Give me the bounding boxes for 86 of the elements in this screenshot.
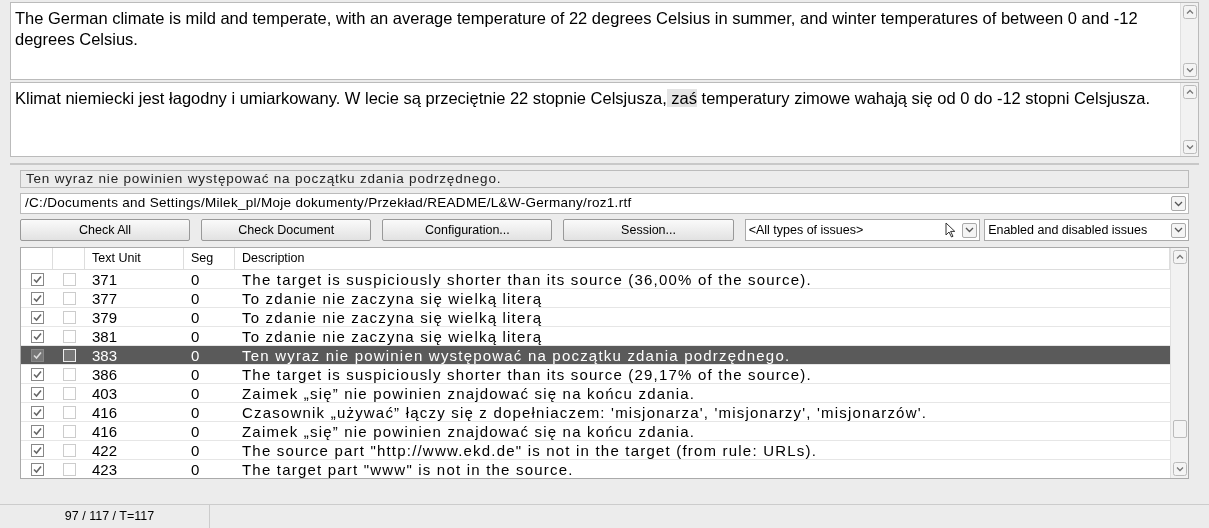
message-bar: Ten wyraz nie powinien występować na początku zdania podrzędnego. — [20, 170, 1189, 188]
text-unit-cell-text: 379 — [91, 309, 119, 325]
checkbox[interactable] — [62, 310, 76, 324]
seg-cell-text: 0 — [190, 404, 201, 420]
scroll-up-icon[interactable] — [1182, 5, 1197, 19]
issue-row[interactable]: 416 0 Czasownik „używać” łączy się z dopełniaczem: 'misjonarza', 'misjonarzy', 'misjonarzów'. — [21, 403, 1170, 422]
checkbox[interactable] — [62, 405, 76, 419]
text-unit-cell-text: 371 — [91, 271, 119, 287]
checkbox[interactable] — [30, 424, 44, 438]
scrollbar[interactable] — [1180, 83, 1198, 156]
seg-cell-text: 0 — [190, 461, 201, 477]
column-header[interactable]: Seg — [184, 248, 235, 269]
column-header[interactable]: Text Unit — [85, 248, 184, 269]
description-cell-text: To zdanie nie zaczyna się wielką literą — [241, 328, 544, 344]
issue-row[interactable]: 403 0 Zaimek „się” nie powinien znajdować się na końcu zdania. — [21, 384, 1170, 403]
description-cell-text: To zdanie nie zaczyna się wielką literą — [241, 309, 544, 325]
text-unit-cell-text: 383 — [91, 347, 119, 363]
description-cell-text: Zaimek „się” nie powinien znajdować się na końcu zdania. — [241, 423, 697, 439]
checkbox[interactable] — [30, 462, 44, 476]
checkbox[interactable] — [30, 310, 44, 324]
checkbox[interactable] — [62, 462, 76, 476]
text-unit-cell-text: 423 — [91, 461, 119, 477]
description-cell-text: The source part "http://www.ekd.de" is not in the target (from rule: URLs). — [241, 442, 819, 458]
scroll-down-icon[interactable] — [1182, 140, 1197, 154]
checkbox[interactable] — [62, 272, 76, 286]
text-unit-cell-text: 377 — [91, 290, 119, 306]
seg-cell-text: 0 — [190, 442, 201, 458]
issue-row[interactable]: 423 0 The target part "www" is not in the source. — [21, 460, 1170, 478]
description-cell-text: The target part "www" is not in the source. — [241, 461, 575, 477]
text-unit-cell-text: 416 — [91, 404, 119, 420]
description-cell-text: The target is suspiciously shorter than its source (29,17% of the source). — [241, 366, 813, 382]
checkbox[interactable] — [62, 386, 76, 400]
checkbox[interactable] — [62, 367, 76, 381]
issue-type-dropdown[interactable]: <All types of issues> — [744, 219, 981, 241]
issue-row[interactable]: 377 0 To zdanie nie zaczyna się wielką literą — [21, 289, 1170, 308]
description-cell-text: Zaimek „się” nie powinien znajdować się na końcu zdania. — [241, 385, 697, 401]
toolbar-button[interactable]: Configuration... — [382, 219, 553, 241]
seg-cell-text: 0 — [190, 366, 201, 382]
issue-row[interactable]: 416 0 Zaimek „się” nie powinien znajdować się na końcu zdania. — [21, 422, 1170, 441]
scroll-up-icon[interactable] — [1182, 85, 1197, 99]
checkbox[interactable] — [62, 329, 76, 343]
file-path-dropdown[interactable]: /C:/Documents and Settings/Milek_pl/Moje dokumenty/Przekład/README/L&W-Germany/roz1.rtf — [20, 193, 1189, 214]
scroll-down-icon[interactable] — [1172, 462, 1187, 476]
seg-cell-text: 0 — [190, 385, 201, 401]
checkbox[interactable] — [30, 291, 44, 305]
checkbox[interactable] — [30, 272, 44, 286]
checkbox[interactable] — [62, 424, 76, 438]
issue-row[interactable]: 371 0 The target is suspiciously shorter than its source (36,00% of the source). — [21, 270, 1170, 289]
checkbox[interactable] — [30, 443, 44, 457]
checkbox[interactable] — [62, 291, 76, 305]
scroll-up-icon[interactable] — [1172, 250, 1187, 264]
seg-cell-text: 0 — [190, 290, 201, 306]
checkbox[interactable] — [30, 329, 44, 343]
scrollbar[interactable] — [1170, 248, 1188, 478]
description-cell-text: The target is suspiciously shorter than its source (36,00% of the source). — [241, 271, 813, 287]
seg-cell-text: 0 — [190, 423, 201, 439]
issue-state-dropdown[interactable]: Enabled and disabled issues — [984, 219, 1189, 241]
scrollbar[interactable] — [1180, 3, 1198, 79]
text-unit-cell-text: 386 — [91, 366, 119, 382]
mouse-pointer-icon — [945, 222, 957, 238]
text-unit-cell-text: 422 — [91, 442, 119, 458]
issue-row[interactable]: 383 0 Ten wyraz nie powinien występować na początku zdania podrzędnego. — [21, 346, 1170, 365]
checkbox[interactable] — [30, 348, 44, 362]
checkbox[interactable] — [62, 443, 76, 457]
scroll-thumb[interactable] — [1172, 420, 1187, 438]
toolbar-button[interactable]: Session... — [563, 219, 734, 241]
description-cell-text: To zdanie nie zaczyna się wielką literą — [241, 290, 544, 306]
text-unit-cell-text: 403 — [91, 385, 119, 401]
seg-cell-text: 0 — [190, 271, 201, 287]
description-cell-text: Ten wyraz nie powinien występować na początku zdania podrzędnego. — [241, 347, 792, 363]
text-unit-cell-text: 416 — [91, 423, 119, 439]
seg-cell-text: 0 — [190, 347, 201, 363]
issue-row[interactable]: 379 0 To zdanie nie zaczyna się wielką literą — [21, 308, 1170, 327]
checkbox[interactable] — [30, 386, 44, 400]
status-counter: 97 / 117 / T=117 — [10, 505, 210, 528]
text-unit-cell-text: 381 — [91, 328, 119, 344]
checkbox[interactable] — [30, 405, 44, 419]
description-cell-text: Czasownik „używać” łączy się z dopełniaczem: 'misjonarza', 'misjonarzy', 'misjonarzów'. — [241, 404, 929, 420]
toolbar-button[interactable]: Check All — [20, 219, 191, 241]
issue-row[interactable]: 422 0 The source part "http://www.ekd.de" is not in the target (from rule: URLs). — [21, 441, 1170, 460]
checkbox[interactable] — [30, 367, 44, 381]
issue-row[interactable]: 386 0 The target is suspiciously shorter than its source (29,17% of the source). — [21, 365, 1170, 384]
seg-cell-text: 0 — [190, 309, 201, 325]
toolbar-button[interactable]: Check Document — [201, 219, 372, 241]
scroll-down-icon[interactable] — [1182, 63, 1197, 77]
seg-cell-text: 0 — [190, 328, 201, 344]
